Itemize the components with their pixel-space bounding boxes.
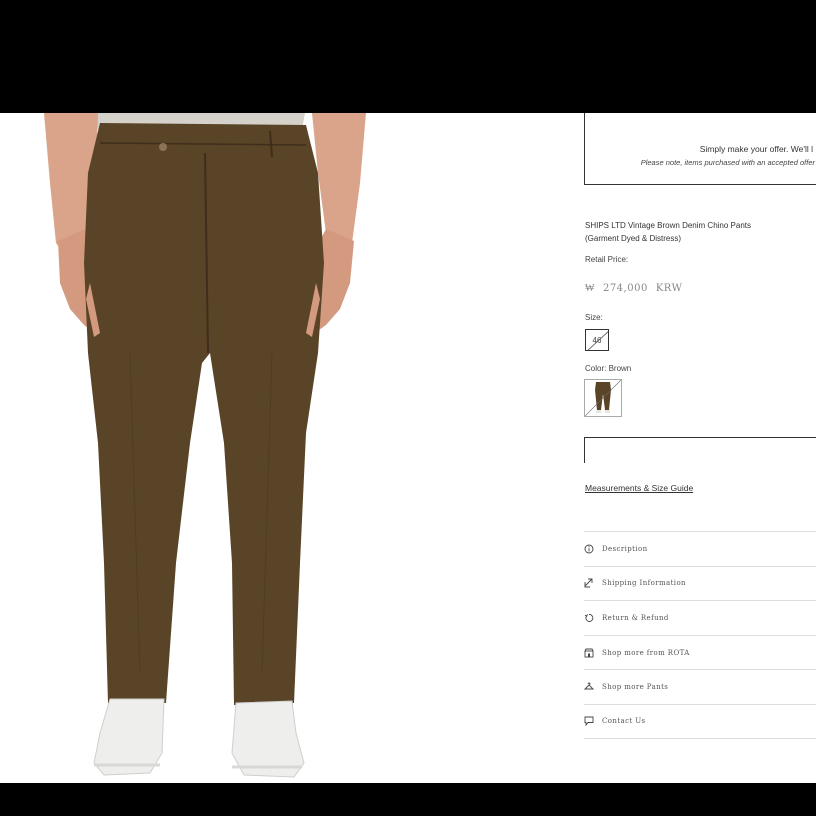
product-page: Simply make your offer. We'll l Please n…	[0, 113, 816, 783]
product-title: SHIPS LTD Vintage Brown Denim Chino Pant…	[585, 221, 752, 243]
accordion-description[interactable]: Description	[584, 531, 816, 566]
accordion-label: Shipping Information	[602, 579, 686, 588]
accordion-contact-us[interactable]: Contact Us	[584, 703, 816, 739]
accordion-label: Contact Us	[602, 717, 646, 726]
sold-out-slash-icon	[587, 331, 608, 350]
make-offer-box: Simply make your offer. We'll l Please n…	[584, 113, 816, 185]
retail-price-label: Retail Price:	[585, 255, 629, 264]
currency-code: KRW	[655, 283, 683, 294]
accordion-shipping[interactable]: Shipping Information	[584, 565, 816, 601]
return-icon	[584, 613, 594, 623]
offer-note-text: Please note, items purchased with an acc…	[640, 158, 815, 167]
size-option[interactable]: 46	[585, 329, 609, 351]
currency-symbol: ₩	[585, 283, 595, 294]
measurements-size-guide-link[interactable]: Measurements & Size Guide	[585, 483, 693, 493]
info-icon	[584, 544, 594, 554]
accordion-shop-pants[interactable]: Shop more Pants	[584, 669, 816, 704]
price-amount: 274,000	[602, 283, 648, 294]
product-info-accordion: Description Shipping Information Return …	[584, 531, 816, 739]
chat-icon	[584, 716, 594, 727]
store-icon	[584, 648, 594, 658]
accordion-return-refund[interactable]: Return & Refund	[584, 600, 816, 635]
accordion-label: Shop more from ROTA	[602, 648, 690, 657]
accordion-label: Return & Refund	[602, 613, 669, 622]
color-swatch-brown[interactable]	[584, 379, 622, 417]
add-to-cart-area[interactable]	[584, 437, 816, 463]
color-label: Color: Brown	[585, 364, 632, 373]
accordion-label: Shop more Pants	[602, 683, 669, 692]
hanger-icon	[584, 682, 594, 692]
shipping-icon	[584, 578, 594, 588]
accordion-shop-rota[interactable]: Shop more from ROTA	[584, 634, 816, 670]
swatch-thumbnail	[585, 380, 621, 416]
product-price: ₩274,000 KRW	[585, 283, 690, 294]
size-label: Size:	[585, 313, 603, 322]
offer-instruction-text: Simply make your offer. We'll l	[699, 144, 813, 154]
accordion-label: Description	[602, 544, 648, 553]
product-image[interactable]	[0, 113, 470, 783]
